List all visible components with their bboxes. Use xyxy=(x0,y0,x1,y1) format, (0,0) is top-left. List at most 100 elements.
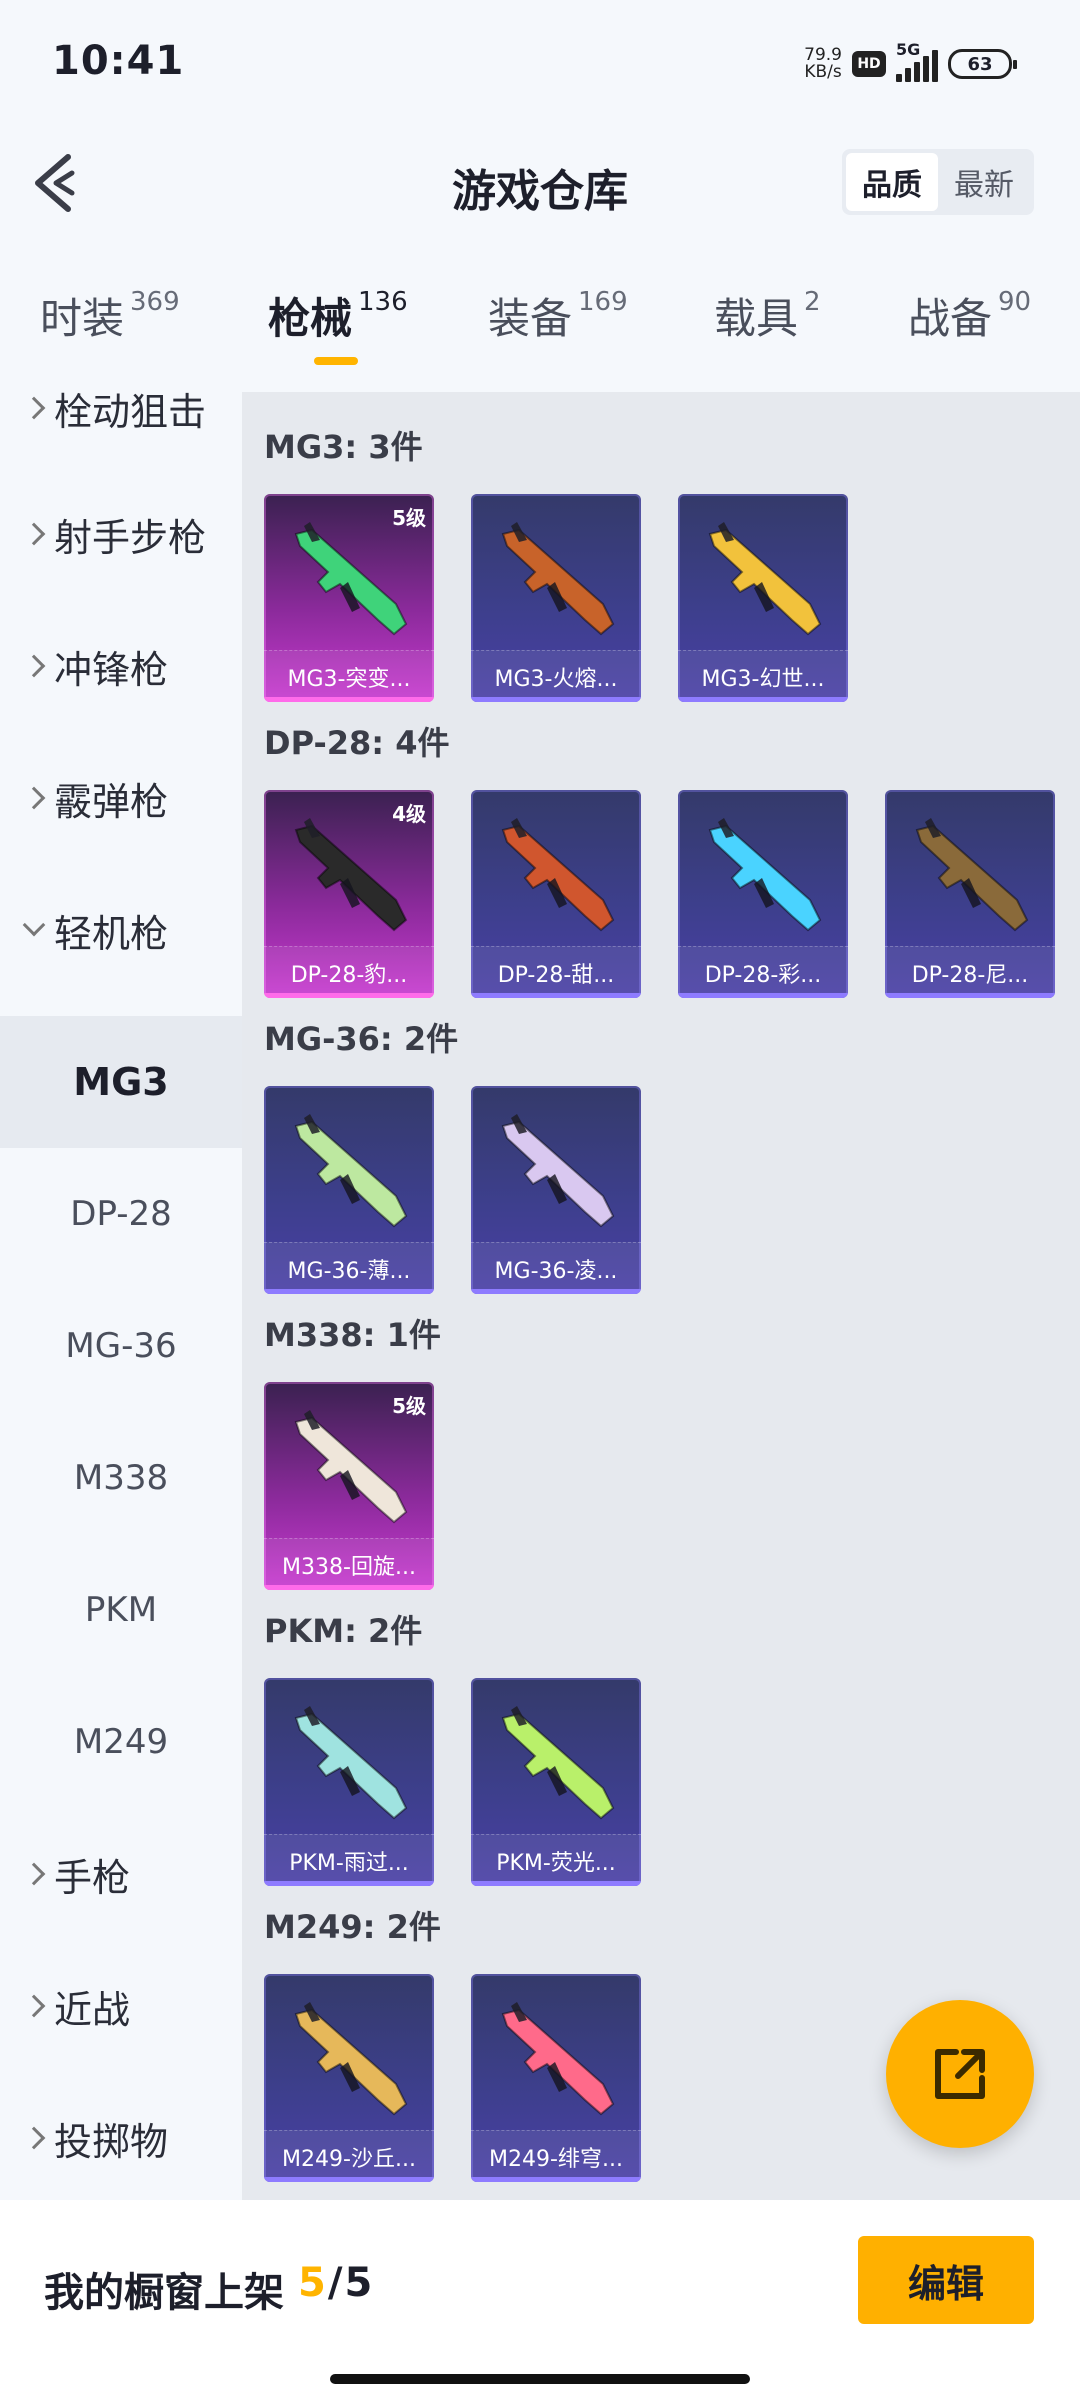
skin-card[interactable]: M249-绯穹... xyxy=(471,1974,641,2182)
skin-name: PKM-荧光... xyxy=(471,1834,641,1886)
tab-guns[interactable]: 枪械 136 xyxy=(268,285,408,346)
showcase-status: 我的橱窗上架 5 / 5 xyxy=(44,2260,373,2316)
skin-name: MG3-幻世... xyxy=(678,650,848,702)
machine-gun-icon xyxy=(708,522,822,636)
weapon-type-sidebar: 栓动狙击 射手步枪 冲锋枪 霰弹枪 轻机枪 MG3 DP-28 MG-36 M3… xyxy=(0,392,242,2200)
skin-card[interactable]: 5级 M338-回旋... xyxy=(264,1382,434,1590)
rarity-bar xyxy=(471,993,641,998)
showcase-bar: 我的橱窗上架 5 / 5 编辑 xyxy=(0,2200,1080,2400)
skin-name: PKM-雨过... xyxy=(264,1834,434,1886)
skin-name: MG-36-薄... xyxy=(264,1242,434,1294)
tab-vehicles[interactable]: 载具 2 xyxy=(714,285,821,346)
chevron-right-icon xyxy=(22,654,46,678)
machine-gun-icon xyxy=(708,818,822,932)
showcase-total-count: 5 xyxy=(344,2260,373,2306)
group-title: M249: 2件 xyxy=(264,1908,441,1946)
skin-card[interactable]: DP-28-尼... xyxy=(885,790,1055,998)
machine-gun-icon xyxy=(294,1410,408,1524)
sidebar-subitem-m249[interactable]: M249 xyxy=(0,1676,242,1808)
status-bar: 10:41 79.9 KB/s HD 5G 63 xyxy=(0,0,1080,125)
status-time: 10:41 xyxy=(52,38,185,84)
machine-gun-icon xyxy=(294,2002,408,2116)
skin-name: DP-28-尼... xyxy=(885,946,1055,998)
share-fab-button[interactable] xyxy=(886,2000,1034,2148)
status-icons: 79.9 KB/s HD 5G 63 xyxy=(804,40,1017,86)
network-type: 5G xyxy=(896,40,921,59)
share-external-icon xyxy=(935,2049,985,2099)
sidebar-item-melee[interactable]: 近战 xyxy=(0,1940,242,2072)
sidebar-item-pistol[interactable]: 手枪 xyxy=(0,1808,242,1940)
skin-name: DP-28-甜... xyxy=(471,946,641,998)
group-title: MG3: 3件 xyxy=(264,428,423,466)
skin-level-badge: 5级 xyxy=(392,506,426,530)
machine-gun-icon xyxy=(501,522,615,636)
skin-card[interactable]: MG3-幻世... xyxy=(678,494,848,702)
skin-card[interactable]: MG3-火熔... xyxy=(471,494,641,702)
machine-gun-icon xyxy=(294,1706,408,1820)
sidebar-subitem-mg3[interactable]: MG3 xyxy=(0,1016,242,1148)
sidebar-subitem-pkm[interactable]: PKM xyxy=(0,1544,242,1676)
skin-name: MG-36-凌... xyxy=(471,1242,641,1294)
battery-level: 63 xyxy=(967,53,993,75)
machine-gun-icon xyxy=(501,1114,615,1228)
skin-card[interactable]: M249-沙丘... xyxy=(264,1974,434,2182)
chevron-down-icon xyxy=(22,913,46,937)
home-indicator xyxy=(330,2374,750,2384)
skin-card[interactable]: PKM-雨过... xyxy=(264,1678,434,1886)
showcase-used-count: 5 xyxy=(298,2260,326,2306)
sort-latest-button[interactable]: 最新 xyxy=(938,153,1030,211)
skin-name: DP-28-彩... xyxy=(678,946,848,998)
tab-equipment[interactable]: 装备 169 xyxy=(488,285,628,346)
sidebar-subitem-mg36[interactable]: MG-36 xyxy=(0,1280,242,1412)
rarity-bar xyxy=(471,1881,641,1886)
machine-gun-icon xyxy=(501,2002,615,2116)
rarity-bar xyxy=(678,697,848,702)
sort-toggle: 品质 最新 xyxy=(842,149,1034,215)
sidebar-item-lmg[interactable]: 轻机枪 xyxy=(0,864,242,996)
skin-card[interactable]: PKM-荧光... xyxy=(471,1678,641,1886)
rarity-bar xyxy=(471,697,641,702)
machine-gun-icon xyxy=(915,818,1029,932)
skin-name: M338-回旋... xyxy=(264,1538,434,1590)
skin-name: MG3-突变... xyxy=(264,650,434,702)
sidebar-subitem-dp28[interactable]: DP-28 xyxy=(0,1148,242,1280)
rarity-bar xyxy=(885,993,1055,998)
sidebar-item-smg[interactable]: 冲锋枪 xyxy=(0,600,242,732)
rarity-bar xyxy=(264,2177,434,2182)
group-title: M338: 1件 xyxy=(264,1316,441,1354)
rarity-bar xyxy=(678,993,848,998)
active-tab-indicator xyxy=(314,357,358,365)
rarity-bar xyxy=(264,697,434,702)
skin-card[interactable]: MG-36-薄... xyxy=(264,1086,434,1294)
skin-name: M249-沙丘... xyxy=(264,2130,434,2182)
battery-icon: 63 xyxy=(948,49,1017,79)
chevron-right-icon xyxy=(22,396,46,420)
skin-card[interactable]: DP-28-彩... xyxy=(678,790,848,998)
chevron-right-icon xyxy=(22,786,46,810)
sidebar-item-bolt-sniper[interactable]: 栓动狙击 xyxy=(0,392,242,474)
skin-name: MG3-火熔... xyxy=(471,650,641,702)
machine-gun-icon xyxy=(294,818,408,932)
sidebar-item-shotgun[interactable]: 霰弹枪 xyxy=(0,732,242,864)
chevron-right-icon xyxy=(22,1994,46,2018)
sidebar-item-throwable[interactable]: 投掷物 xyxy=(0,2072,242,2200)
edit-button[interactable]: 编辑 xyxy=(858,2236,1034,2324)
skin-name: DP-28-豹... xyxy=(264,946,434,998)
rarity-bar xyxy=(264,1289,434,1294)
sidebar-subitem-m338[interactable]: M338 xyxy=(0,1412,242,1544)
skin-card[interactable]: 4级 DP-28-豹... xyxy=(264,790,434,998)
chevron-right-icon xyxy=(22,522,46,546)
sidebar-item-marksman-rifle[interactable]: 射手步枪 xyxy=(0,468,242,600)
signal-icon: 5G xyxy=(896,40,938,82)
tab-fashion[interactable]: 时装 369 xyxy=(40,285,180,346)
machine-gun-icon xyxy=(294,1114,408,1228)
machine-gun-icon xyxy=(501,818,615,932)
weapon-skin-list: MG3: 3件 5级 MG3-突变... MG3-火熔... MG3-幻世... DP-2… xyxy=(242,392,1080,2200)
skin-card[interactable]: 5级 MG3-突变... xyxy=(264,494,434,702)
tab-supplies[interactable]: 战备 90 xyxy=(908,285,1031,346)
skin-card[interactable]: MG-36-凌... xyxy=(471,1086,641,1294)
skin-level-badge: 5级 xyxy=(392,1394,426,1418)
skin-card[interactable]: DP-28-甜... xyxy=(471,790,641,998)
sort-quality-button[interactable]: 品质 xyxy=(846,153,938,211)
hd-icon: HD xyxy=(852,51,886,77)
